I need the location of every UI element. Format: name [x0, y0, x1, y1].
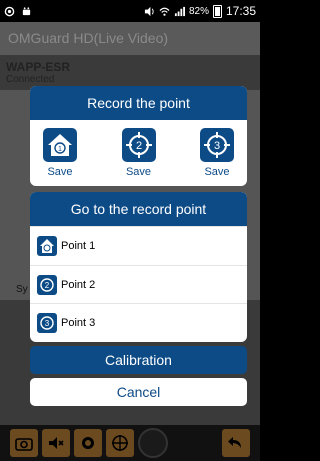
- volume-icon: [144, 6, 154, 16]
- svg-text:3: 3: [214, 140, 220, 152]
- snapshot-button[interactable]: [10, 429, 38, 457]
- calibration-button[interactable]: Calibration: [30, 346, 247, 374]
- goto-dialog-title: Go to the record point: [30, 192, 247, 226]
- signal-icon: [174, 6, 185, 16]
- save-label: Save: [47, 166, 73, 178]
- record-dialog-title: Record the point: [30, 86, 247, 120]
- crosshair-icon: [112, 435, 128, 451]
- save-point-3-button[interactable]: 3 Save: [195, 128, 239, 178]
- goto-point-dialog: Go to the record point Point 1 2 Point 2…: [30, 192, 247, 342]
- cancel-button[interactable]: Cancel: [30, 378, 247, 406]
- mute-button[interactable]: [42, 429, 70, 457]
- save-point-1-button[interactable]: 1 Save: [38, 128, 82, 178]
- partial-label: Sy: [16, 284, 28, 295]
- point-label: Point 2: [61, 278, 96, 291]
- talk-button[interactable]: [138, 428, 168, 458]
- target-point-2-icon: 2: [37, 274, 57, 295]
- back-button[interactable]: [222, 429, 250, 457]
- camera-icon: [15, 438, 33, 451]
- app-title: OMGuard HD(Live Video): [0, 22, 260, 55]
- goto-point-1[interactable]: Point 1: [30, 226, 247, 265]
- record-button[interactable]: [74, 429, 102, 457]
- device-name: WAPP-ESR: [6, 60, 71, 74]
- clock: 17:35: [225, 4, 256, 18]
- battery-icon: [212, 4, 222, 18]
- home-point-1-icon: [37, 235, 57, 256]
- goto-point-2[interactable]: 2 Point 2: [30, 264, 247, 304]
- camera-status-icon: [4, 6, 15, 16]
- record-point-dialog: Record the point 1 Save 2 Save 3 Save: [30, 86, 247, 186]
- target-point-3-icon: 3: [200, 128, 234, 162]
- home-point-1-icon: 1: [43, 128, 77, 162]
- save-point-2-button[interactable]: 2 Save: [117, 128, 161, 178]
- back-arrow-icon: [228, 437, 241, 448]
- bottom-toolbar: [0, 425, 260, 461]
- ptz-button[interactable]: [106, 429, 134, 457]
- point-label: Point 1: [61, 239, 96, 252]
- device-header: WAPP-ESR Connected: [6, 60, 70, 85]
- svg-text:1: 1: [58, 146, 62, 153]
- connection-status: Connected: [6, 74, 55, 85]
- wifi-icon: [159, 7, 170, 16]
- record-buttons-row: 1 Save 2 Save 3 Save: [30, 120, 247, 178]
- battery-percent: 82%: [188, 5, 209, 17]
- android-icon: [22, 6, 31, 15]
- svg-text:2: 2: [45, 281, 50, 290]
- target-point-3-icon: 3: [37, 313, 57, 334]
- svg-text:2: 2: [135, 140, 141, 152]
- status-bar: 82% 17:35: [0, 0, 260, 22]
- target-point-2-icon: 2: [121, 128, 156, 162]
- record-icon: [82, 437, 94, 449]
- svg-text:3: 3: [45, 319, 50, 328]
- goto-point-3[interactable]: 3 Point 3: [30, 303, 247, 342]
- point-label: Point 3: [61, 317, 96, 330]
- save-label: Save: [204, 166, 230, 178]
- mute-icon: [49, 437, 64, 449]
- save-label: Save: [125, 166, 152, 178]
